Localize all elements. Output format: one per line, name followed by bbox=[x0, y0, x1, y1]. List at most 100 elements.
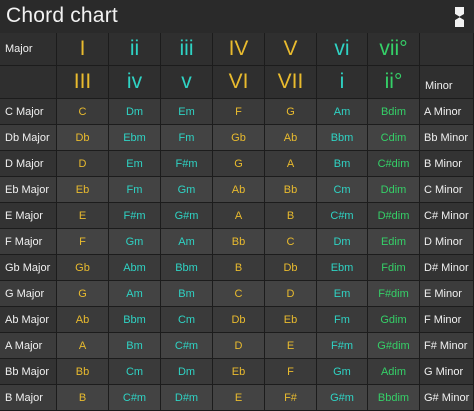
chord-cell: G bbox=[57, 281, 109, 307]
chord-cell: A bbox=[265, 151, 317, 177]
chord-cell: Gdim bbox=[368, 307, 420, 333]
major-numeral: vii° bbox=[368, 33, 420, 66]
chord-table: Major Iii iii IV Vvi vii° III iv v VI VII i ii° Minor… bbox=[0, 33, 474, 411]
chord-cell: A bbox=[213, 203, 265, 229]
minor-key-label: G# Minor bbox=[420, 385, 474, 411]
chord-cell: D#dim bbox=[368, 203, 420, 229]
chord-cell: Bbdim bbox=[368, 385, 420, 411]
chord-cell: Am bbox=[109, 281, 161, 307]
header: Chord chart bbox=[0, 0, 474, 33]
chord-cell: E bbox=[57, 203, 109, 229]
major-numeral: IV bbox=[213, 33, 265, 66]
chord-cell: Bb bbox=[213, 229, 265, 255]
chord-cell: Db bbox=[57, 125, 109, 151]
chord-cell: Bm bbox=[109, 333, 161, 359]
chord-cell: Dm bbox=[317, 229, 368, 255]
chord-cell: Eb bbox=[57, 177, 109, 203]
chord-cell: F#m bbox=[317, 333, 368, 359]
chord-cell: Am bbox=[317, 99, 368, 125]
chord-cell: F#m bbox=[161, 151, 213, 177]
chord-cell: Cdim bbox=[368, 125, 420, 151]
chord-cell: Edim bbox=[368, 229, 420, 255]
major-key-label: E Major bbox=[0, 203, 57, 229]
chord-cell: Fm bbox=[109, 177, 161, 203]
minor-key-label: F Minor bbox=[420, 307, 474, 333]
chord-cell: E bbox=[213, 385, 265, 411]
major-numeral: vi bbox=[317, 33, 368, 66]
chord-cell: Ebm bbox=[109, 125, 161, 151]
chord-cell: Dm bbox=[109, 99, 161, 125]
header-corner bbox=[420, 33, 474, 66]
major-key-label: B Major bbox=[0, 385, 57, 411]
chord-cell: Cm bbox=[161, 307, 213, 333]
minor-key-label: C Minor bbox=[420, 177, 474, 203]
minor-numeral: VI bbox=[213, 66, 265, 99]
chord-cell: Eb bbox=[265, 307, 317, 333]
chord-cell: Abm bbox=[109, 255, 161, 281]
chord-cell: F bbox=[57, 229, 109, 255]
minor-key-label: D# Minor bbox=[420, 255, 474, 281]
header-corner-left bbox=[0, 66, 57, 99]
major-header-label: Major bbox=[0, 33, 57, 66]
chord-cell: Db bbox=[213, 307, 265, 333]
minor-key-label: A Minor bbox=[420, 99, 474, 125]
chord-cell: Bm bbox=[317, 151, 368, 177]
chord-cell: F#dim bbox=[368, 281, 420, 307]
chord-cell: G#m bbox=[317, 385, 368, 411]
chord-cell: G bbox=[265, 99, 317, 125]
major-key-label: Db Major bbox=[0, 125, 57, 151]
major-numeral: iii bbox=[161, 33, 213, 66]
major-key-label: C Major bbox=[0, 99, 57, 125]
chord-cell: Gb bbox=[213, 125, 265, 151]
chord-cell: D bbox=[265, 281, 317, 307]
minor-key-label: E Minor bbox=[420, 281, 474, 307]
chord-cell: Em bbox=[161, 99, 213, 125]
chord-cell: Fm bbox=[161, 125, 213, 151]
chord-cell: D#m bbox=[161, 385, 213, 411]
chord-cell: Eb bbox=[213, 359, 265, 385]
minor-key-label: D Minor bbox=[420, 229, 474, 255]
chord-cell: C bbox=[57, 99, 109, 125]
chord-cell: B bbox=[265, 203, 317, 229]
major-key-label: Ab Major bbox=[0, 307, 57, 333]
chord-cell: Bb bbox=[265, 177, 317, 203]
chord-cell: Adim bbox=[368, 359, 420, 385]
chord-cell: A bbox=[57, 333, 109, 359]
major-key-label: Eb Major bbox=[0, 177, 57, 203]
app-logo-icon bbox=[455, 7, 464, 27]
chord-cell: Ab bbox=[265, 125, 317, 151]
chord-cell: Dm bbox=[161, 359, 213, 385]
chord-cell: F# bbox=[265, 385, 317, 411]
chord-cell: Fdim bbox=[368, 255, 420, 281]
minor-numeral: v bbox=[161, 66, 213, 99]
minor-numeral: VII bbox=[265, 66, 317, 99]
chord-cell: Em bbox=[317, 281, 368, 307]
minor-key-label: Bb Minor bbox=[420, 125, 474, 151]
chord-cell: Gm bbox=[109, 229, 161, 255]
chord-cell: C bbox=[265, 229, 317, 255]
chord-cell: Bb bbox=[57, 359, 109, 385]
major-numeral: V bbox=[265, 33, 317, 66]
chord-cell: Ab bbox=[213, 177, 265, 203]
chord-cell: Fm bbox=[317, 307, 368, 333]
chord-cell: Bbm bbox=[317, 125, 368, 151]
chord-cell: Db bbox=[265, 255, 317, 281]
chord-cell: G#dim bbox=[368, 333, 420, 359]
chord-cell: Bbm bbox=[109, 307, 161, 333]
chord-cell: Ebm bbox=[317, 255, 368, 281]
chord-cell: Gm bbox=[317, 359, 368, 385]
major-numeral: I bbox=[57, 33, 109, 66]
chord-cell: C#m bbox=[109, 385, 161, 411]
chord-cell: Cm bbox=[109, 359, 161, 385]
chord-cell: Am bbox=[161, 229, 213, 255]
chord-cell: Bbm bbox=[161, 255, 213, 281]
major-key-label: F Major bbox=[0, 229, 57, 255]
major-key-label: Gb Major bbox=[0, 255, 57, 281]
major-numeral: ii bbox=[109, 33, 161, 66]
major-key-label: A Major bbox=[0, 333, 57, 359]
chord-cell: Gm bbox=[161, 177, 213, 203]
chord-cell: B bbox=[213, 255, 265, 281]
minor-key-label: C# Minor bbox=[420, 203, 474, 229]
major-key-label: Bb Major bbox=[0, 359, 57, 385]
chord-cell: Em bbox=[109, 151, 161, 177]
